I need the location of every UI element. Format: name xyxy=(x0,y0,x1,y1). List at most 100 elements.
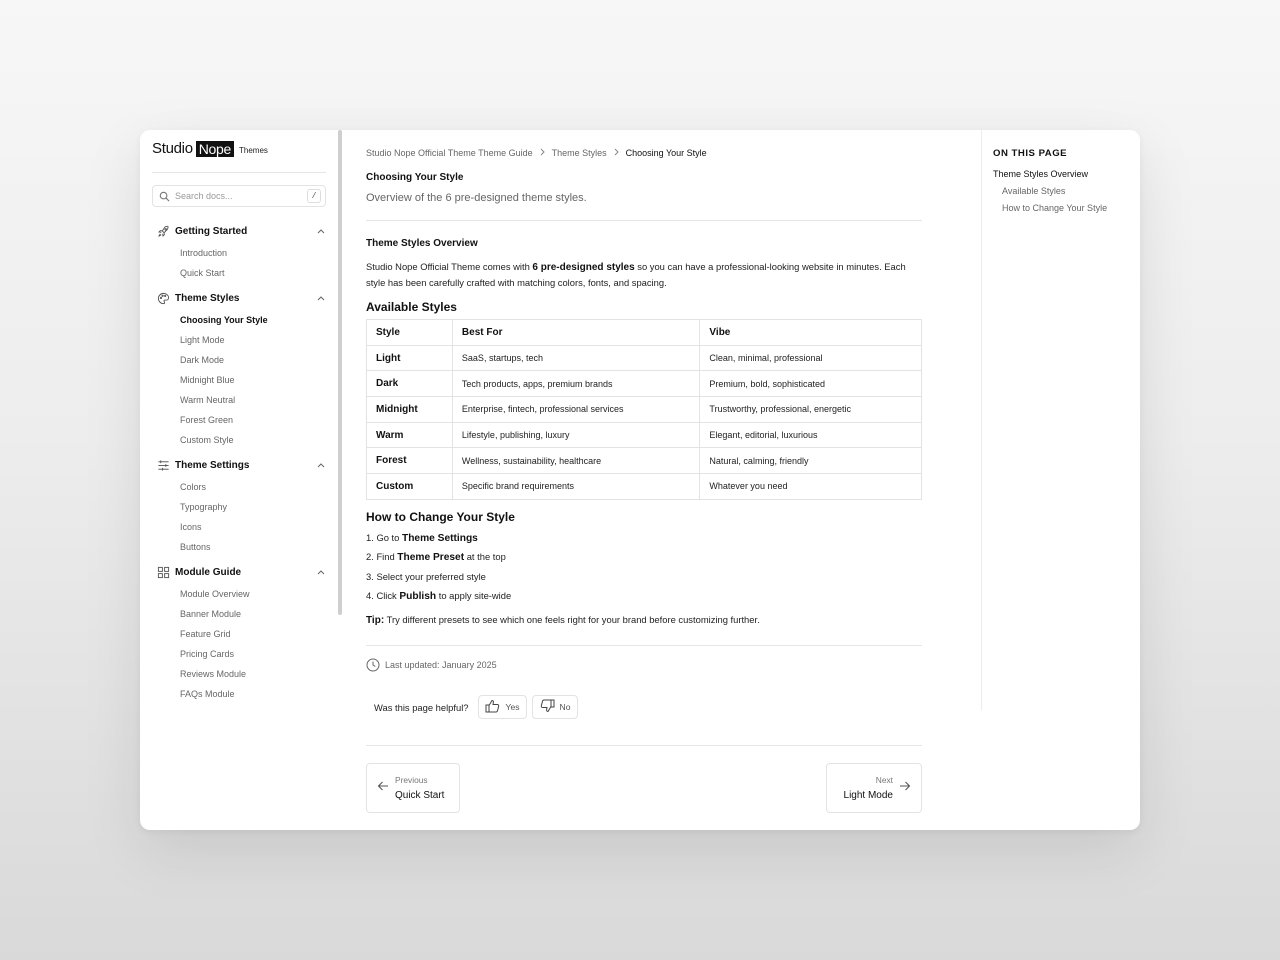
list-item: 2. Find Theme Preset at the top xyxy=(366,547,511,566)
table-row: Midnight Enterprise, fintech, profession… xyxy=(366,396,922,423)
rocket-icon xyxy=(156,224,170,238)
step-bold: Theme Settings xyxy=(401,533,478,544)
sidebar-item-quick-start[interactable]: Quick Start xyxy=(156,263,326,283)
sidebar-item-colors[interactable]: Colors xyxy=(156,477,326,497)
step-text: Find xyxy=(376,551,398,563)
sidebar-item-pricing-cards[interactable]: Pricing Cards xyxy=(156,644,326,664)
grid-icon xyxy=(156,565,170,579)
previous-page-text: Previous Quick Start xyxy=(395,775,444,801)
table-cell-vibe: Clean, minimal, professional xyxy=(699,344,922,372)
page-title: Choosing Your Style xyxy=(366,172,464,183)
chevron-up-icon[interactable] xyxy=(316,226,326,236)
next-page-text: Next Light Mode xyxy=(844,775,893,801)
table-cell-style: Midnight xyxy=(366,396,453,423)
table-row: Custom Specific brand requirements Whate… xyxy=(366,473,922,500)
nav-group-getting-started: Getting Started Introduction Quick Start xyxy=(156,223,326,283)
sidebar-item-module-overview[interactable]: Module Overview xyxy=(156,584,326,604)
heading-theme-styles-overview: Theme Styles Overview xyxy=(366,238,478,249)
next-title: Light Mode xyxy=(843,790,893,801)
sidebar-item-forest-green[interactable]: Forest Green xyxy=(156,410,326,430)
nav-group-label: Theme Styles xyxy=(175,292,240,304)
table-cell-vibe: Whatever you need xyxy=(699,473,922,500)
tip-text: Try different presets to see which one f… xyxy=(384,614,760,625)
toc-heading: ON THIS PAGE xyxy=(993,148,1068,159)
previous-page-button[interactable]: Previous Quick Start xyxy=(366,763,460,813)
nav-group-label: Getting Started xyxy=(175,225,248,237)
logo-word-studio: Studio xyxy=(152,140,193,157)
toc-item-how-to-change[interactable]: How to Change Your Style xyxy=(993,203,1133,213)
next-page-button[interactable]: Next Light Mode xyxy=(826,763,922,813)
steps-list: 1. Go to Theme Settings 2. Find Theme Pr… xyxy=(366,528,511,605)
sidebar-item-banner-module[interactable]: Banner Module xyxy=(156,604,326,624)
logo-suffix: Themes xyxy=(239,145,268,155)
chevron-right-icon xyxy=(614,148,619,158)
heading-available-styles: Available Styles xyxy=(366,300,457,314)
chevron-up-icon[interactable] xyxy=(316,567,326,577)
table-of-contents: ON THIS PAGE Theme Styles Overview Avail… xyxy=(993,148,1133,213)
table-cell-style: Warm xyxy=(366,421,453,449)
nav-group-header-theme-styles[interactable]: Theme Styles xyxy=(156,290,326,306)
chevron-right-icon xyxy=(540,148,545,158)
sidebar-item-typography[interactable]: Typography xyxy=(156,497,326,517)
search-input[interactable] xyxy=(175,191,295,201)
chevron-up-icon[interactable] xyxy=(316,293,326,303)
chevron-up-icon[interactable] xyxy=(316,460,326,470)
nav-group-module-guide: Module Guide Module Overview Banner Modu… xyxy=(156,564,326,704)
toc-item-available-styles[interactable]: Available Styles xyxy=(993,186,1133,196)
table-cell-style: Custom xyxy=(366,473,453,500)
breadcrumb-item-guide[interactable]: Studio Nope Official Theme Theme Guide xyxy=(366,148,533,158)
step-text-rest: at the top xyxy=(464,551,506,563)
table-cell-best-for: Tech products, apps, premium brands xyxy=(451,370,701,398)
palette-icon xyxy=(156,291,170,305)
table-cell-style: Light xyxy=(366,344,453,372)
step-text: Go to xyxy=(376,532,402,543)
feedback-bar: Was this page helpful? Yes No xyxy=(374,695,578,719)
table-header-vibe: Vibe xyxy=(699,319,922,346)
table-row: Dark Tech products, apps, premium brands… xyxy=(366,370,922,398)
nav-group-header-theme-settings[interactable]: Theme Settings xyxy=(156,457,326,473)
list-item: 3. Select your preferred style xyxy=(366,567,511,586)
breadcrumb-item-theme-styles[interactable]: Theme Styles xyxy=(552,148,607,158)
sidebar-item-choosing-your-style[interactable]: Choosing Your Style xyxy=(156,310,326,330)
sidebar-item-introduction[interactable]: Introduction xyxy=(156,243,326,263)
sidebar-item-icons[interactable]: Icons xyxy=(156,517,326,537)
table-cell-style: Forest xyxy=(366,447,453,475)
last-updated-text: Last updated: January 2025 xyxy=(385,660,497,670)
tip-callout: Tip: Try different presets to see which … xyxy=(366,614,760,626)
table-row: Light SaaS, startups, tech Clean, minima… xyxy=(366,344,922,372)
next-label: Next xyxy=(875,775,893,785)
sidebar-item-buttons[interactable]: Buttons xyxy=(156,537,326,557)
feedback-question: Was this page helpful? xyxy=(374,701,469,713)
sidebar-item-custom-style[interactable]: Custom Style xyxy=(156,430,326,450)
sidebar-divider xyxy=(152,172,326,173)
search-icon xyxy=(153,191,175,202)
step-number: 3. xyxy=(366,570,374,582)
table-cell-best-for: Wellness, sustainability, healthcare xyxy=(451,447,701,475)
table-row: Warm Lifestyle, publishing, luxury Elega… xyxy=(366,421,922,449)
sidebar-item-midnight-blue[interactable]: Midnight Blue xyxy=(156,370,326,390)
search-box[interactable]: / xyxy=(152,185,326,207)
nav-group-label: Module Guide xyxy=(175,566,242,578)
sidebar-item-feature-grid[interactable]: Feature Grid xyxy=(156,624,326,644)
sidebar-item-dark-mode[interactable]: Dark Mode xyxy=(156,350,326,370)
nav-group-header-getting-started[interactable]: Getting Started xyxy=(156,223,326,239)
toc-item-theme-styles-overview[interactable]: Theme Styles Overview xyxy=(993,169,1133,179)
nav-group-header-module-guide[interactable]: Module Guide xyxy=(156,564,326,580)
feedback-no-label: No xyxy=(559,702,571,712)
divider xyxy=(366,220,922,221)
feedback-no-button[interactable]: No xyxy=(531,695,578,719)
logo[interactable]: Studio Nope Themes xyxy=(152,140,268,157)
sidebar-item-warm-neutral[interactable]: Warm Neutral xyxy=(156,390,326,410)
sidebar-scrollbar[interactable] xyxy=(338,130,342,615)
table-header-best-for: Best For xyxy=(451,319,701,346)
feedback-yes-button[interactable]: Yes xyxy=(477,695,527,719)
sidebar-item-faqs-module[interactable]: FAQs Module xyxy=(156,684,326,704)
nav-group-label: Theme Settings xyxy=(175,459,250,471)
sidebar-item-light-mode[interactable]: Light Mode xyxy=(156,330,326,350)
previous-title: Quick Start xyxy=(395,790,445,801)
table-cell-best-for: Specific brand requirements xyxy=(451,473,701,500)
table-header-style: Style xyxy=(366,319,453,346)
thumbs-up-icon xyxy=(485,699,501,715)
sidebar-item-reviews-module[interactable]: Reviews Module xyxy=(156,664,326,684)
intro-text: Studio Nope Official Theme comes with xyxy=(366,261,533,272)
